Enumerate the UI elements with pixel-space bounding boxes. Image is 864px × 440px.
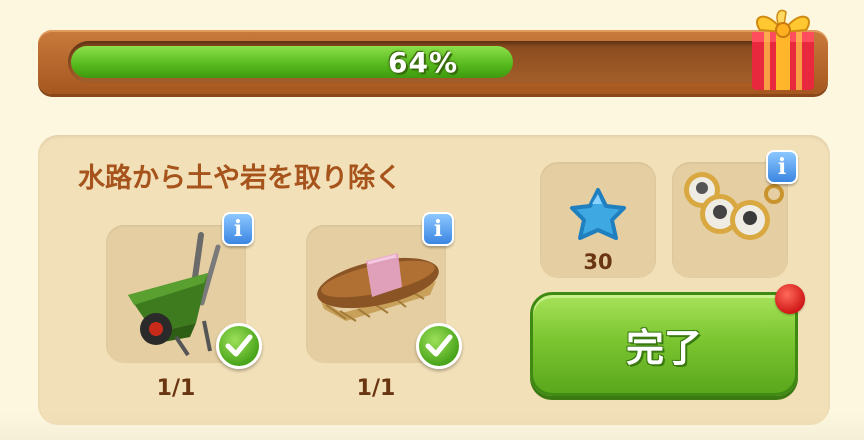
- info-button-locket[interactable]: i: [766, 150, 798, 184]
- item-count-brush: 1/1: [356, 376, 396, 401]
- check-icon-brush: [416, 323, 462, 369]
- bottom-strip: [0, 410, 864, 440]
- task-title: 水路から土や岩を取り除く: [78, 163, 402, 194]
- check-icon-wheelbarrow: [216, 323, 262, 369]
- complete-button[interactable]: 完了: [530, 292, 798, 396]
- notification-dot: [775, 284, 805, 314]
- info-button-brush[interactable]: i: [422, 212, 454, 246]
- progress-label: 64%: [387, 45, 459, 79]
- gift-box-icon[interactable]: [742, 2, 824, 94]
- progress-track: 64%: [68, 41, 778, 83]
- progress-frame: 64%: [38, 30, 828, 94]
- info-button-wheelbarrow[interactable]: i: [222, 212, 254, 246]
- item-count-wheelbarrow: 1/1: [156, 376, 196, 401]
- reward-star-value: 30: [583, 250, 613, 274]
